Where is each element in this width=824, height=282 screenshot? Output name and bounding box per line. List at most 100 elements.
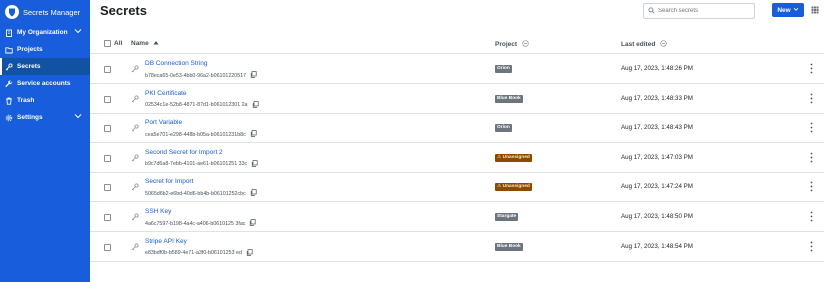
copy-icon[interactable] — [250, 130, 257, 139]
sidebar-item-trash[interactable]: Trash — [0, 92, 90, 109]
copy-icon[interactable] — [252, 100, 259, 110]
project-badge-label: Unassigned — [502, 184, 530, 190]
secret-name-link[interactable]: DB Connection String — [145, 60, 208, 67]
brand[interactable]: Secrets Manager — [0, 0, 90, 24]
project-badge-label: Unassigned — [502, 154, 530, 160]
last-edited-date: Aug 17, 2023, 1:48:50 PM — [621, 213, 693, 220]
kebab-menu-icon[interactable] — [810, 152, 813, 165]
apps-grid-icon[interactable] — [811, 6, 819, 16]
sidebar-item-service-accounts[interactable]: Service accounts — [0, 75, 90, 92]
kebab-menu-icon[interactable] — [810, 93, 813, 106]
project-badge[interactable]: ⚠ Unassigned — [495, 183, 532, 192]
secret-name-link[interactable]: SSH Key — [145, 208, 171, 215]
table-row: SSH Key 4a6c7597-b198-4a4c-a406-b0610125… — [90, 203, 824, 232]
secret-id-text: b78eca65-0e53-4bb0-96a2-b06101220517 — [145, 72, 247, 79]
copy-icon[interactable] — [251, 160, 258, 169]
secret-name-link[interactable]: Secret for Import — [145, 178, 193, 185]
project-badge-label: Blue Book — [497, 243, 521, 249]
row-checkbox[interactable] — [104, 95, 111, 103]
kebab-menu-icon[interactable] — [810, 122, 813, 135]
table-row: Port Variable cea5e701-e298-448b-b05a-b0… — [90, 114, 824, 144]
key-icon — [131, 213, 139, 223]
filter-icon — [522, 40, 529, 49]
new-button[interactable]: New — [772, 3, 804, 17]
key-icon — [131, 154, 139, 164]
secret-id-text: e83bdf0b-b589-4e71-a3f0-b06101253 ed — [145, 250, 242, 257]
column-header-project[interactable]: Project — [495, 40, 529, 49]
key-icon — [131, 183, 139, 193]
copy-icon[interactable] — [246, 248, 253, 258]
secret-id: b9c7d6a8-7ebb-4101-ae61-b06101251 33c — [145, 160, 258, 169]
sidebar-item-label: Projects — [17, 46, 43, 53]
search-box[interactable] — [643, 3, 755, 19]
column-header-name[interactable]: Name — [131, 40, 159, 47]
shield-logo-icon — [5, 5, 19, 19]
secret-id-text: b9c7d6a8-7ebb-4101-ae61-b06101251 33c — [145, 161, 248, 168]
project-badge[interactable]: ⚠ Unassigned — [495, 153, 532, 162]
sidebar-item-projects[interactable]: Projects — [0, 41, 90, 58]
select-all[interactable]: All — [104, 40, 122, 47]
folder-icon — [4, 45, 13, 54]
project-badge[interactable]: Blue Book — [495, 94, 523, 103]
row-checkbox[interactable] — [104, 66, 111, 73]
secret-name-link[interactable]: Stripe API Key — [145, 238, 187, 245]
copy-icon[interactable] — [250, 71, 257, 80]
last-edited-date: Aug 17, 2023, 1:48:33 PM — [621, 94, 693, 102]
secret-id-text: 02534c1e-52b8-4871-87d1-b061012301 2a — [145, 102, 248, 109]
kebab-menu-icon[interactable] — [810, 181, 813, 194]
project-badge-label: Orion — [497, 66, 510, 71]
copy-icon[interactable] — [250, 189, 257, 198]
key-icon — [131, 124, 139, 134]
key-icon — [4, 62, 13, 71]
column-header-last-edited[interactable]: Last edited — [621, 40, 667, 49]
project-badge[interactable]: Blue Book — [495, 242, 523, 251]
kebab-menu-icon[interactable] — [810, 241, 813, 254]
row-checkbox[interactable] — [104, 243, 111, 251]
project-badge-label: Stargate — [497, 214, 517, 219]
sort-ascending-icon — [153, 40, 159, 47]
sidebar-item-label: My Organization — [17, 29, 68, 36]
select-all-checkbox[interactable] — [104, 40, 111, 47]
sidebar-item-label: Service accounts — [17, 80, 71, 87]
table-row: DB Connection String b78eca65-0e53-4bb0-… — [90, 55, 824, 84]
kebab-menu-icon[interactable] — [810, 63, 813, 76]
secret-id-text: cea5e701-e298-448b-b05a-b06101231b8c — [145, 131, 246, 138]
secret-id: e83bdf0b-b589-4e71-a3f0-b06101253 ed — [145, 248, 253, 258]
secret-name-link[interactable]: Second Secret for Import 2 — [145, 149, 223, 156]
secret-id: 4a6c7597-b198-4a4c-a406-b0610125 3fac — [145, 219, 256, 228]
last-edited-date: Aug 17, 2023, 1:47:03 PM — [621, 153, 693, 161]
sidebar-item-settings[interactable]: Settings — [0, 109, 90, 126]
column-project-label: Project — [495, 41, 518, 48]
search-input[interactable] — [658, 8, 748, 14]
row-checkbox[interactable] — [104, 184, 111, 192]
last-edited-date: Aug 17, 2023, 1:47:24 PM — [621, 183, 693, 191]
search-icon — [648, 7, 655, 16]
wrench-icon — [4, 79, 13, 88]
secret-name-link[interactable]: Port Variable — [145, 119, 182, 126]
sidebar-item-label: Trash — [17, 97, 35, 104]
row-checkbox[interactable] — [104, 214, 111, 221]
secret-id: 02534c1e-52b8-4871-87d1-b061012301 2a — [145, 100, 259, 110]
new-button-label: New — [777, 6, 791, 14]
key-icon — [131, 65, 139, 75]
project-badge-label: Blue Book — [497, 95, 521, 101]
row-checkbox[interactable] — [104, 125, 111, 133]
sidebar-nav: My Organization Projects Secrets Service… — [0, 24, 90, 126]
table-row: PKI Certificate 02534c1e-52b8-4871-87d1-… — [90, 85, 824, 114]
main-content: Secrets New All Name Project — [90, 0, 824, 282]
project-badge-label: Orion — [497, 125, 510, 131]
project-badge[interactable]: Orion — [495, 65, 512, 73]
table-row: Secret for Import 5065d6b2-e6bd-40d6-bb4… — [90, 173, 824, 203]
copy-icon[interactable] — [249, 219, 256, 228]
kebab-menu-icon[interactable] — [810, 211, 813, 224]
table-row: Stripe API Key e83bdf0b-b589-4e71-a3f0-b… — [90, 233, 824, 262]
secret-name-link[interactable]: PKI Certificate — [145, 90, 187, 97]
select-all-label: All — [114, 40, 123, 47]
row-checkbox[interactable] — [104, 154, 111, 162]
last-edited-date: Aug 17, 2023, 1:48:54 PM — [621, 242, 693, 250]
project-badge[interactable]: Orion — [495, 124, 512, 133]
secret-id: cea5e701-e298-448b-b05a-b06101231b8c — [145, 130, 257, 139]
sidebar-item-my-organization[interactable]: My Organization — [0, 24, 90, 41]
sidebar-item-secrets[interactable]: Secrets — [0, 58, 90, 75]
project-badge[interactable]: Stargate — [495, 213, 519, 221]
